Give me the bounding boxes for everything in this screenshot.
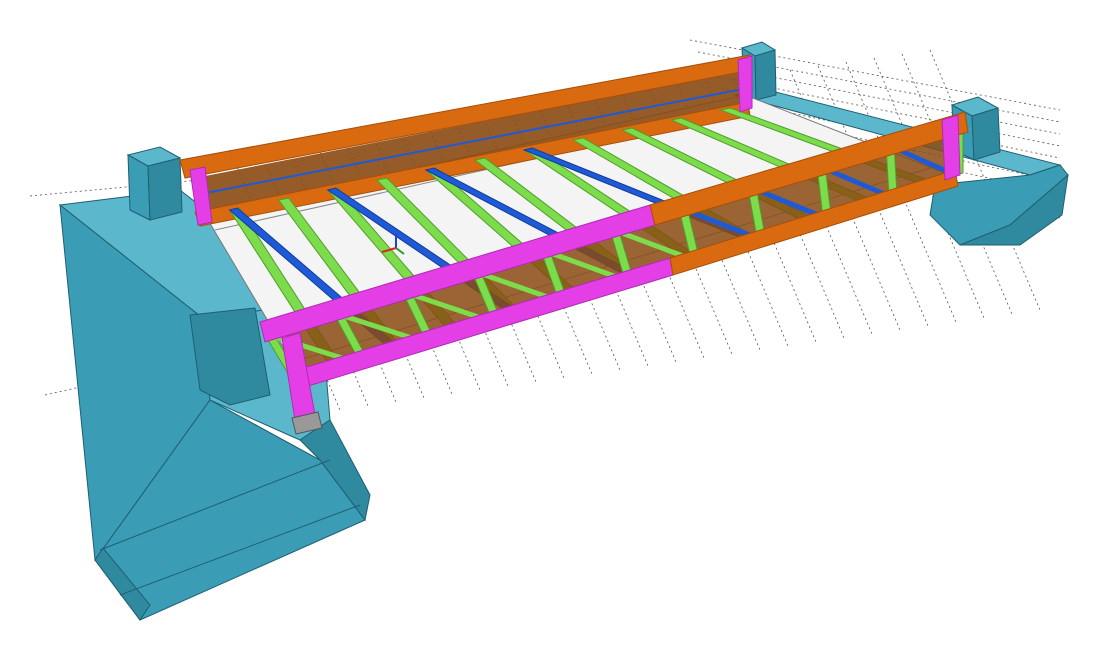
model-viewport[interactable] <box>0 0 1102 646</box>
abutment-right-pedestal2-side <box>971 107 1001 161</box>
abutment-left-pedestal-face <box>127 154 151 221</box>
abutment-left-pedestal-side <box>147 157 183 221</box>
right-end-post <box>941 114 961 181</box>
abutment-right-pedestal-side <box>754 49 777 101</box>
abutment-left-backwall <box>189 307 271 406</box>
bridge-3d-scene[interactable] <box>0 0 1102 646</box>
rear-right-post <box>737 55 753 113</box>
